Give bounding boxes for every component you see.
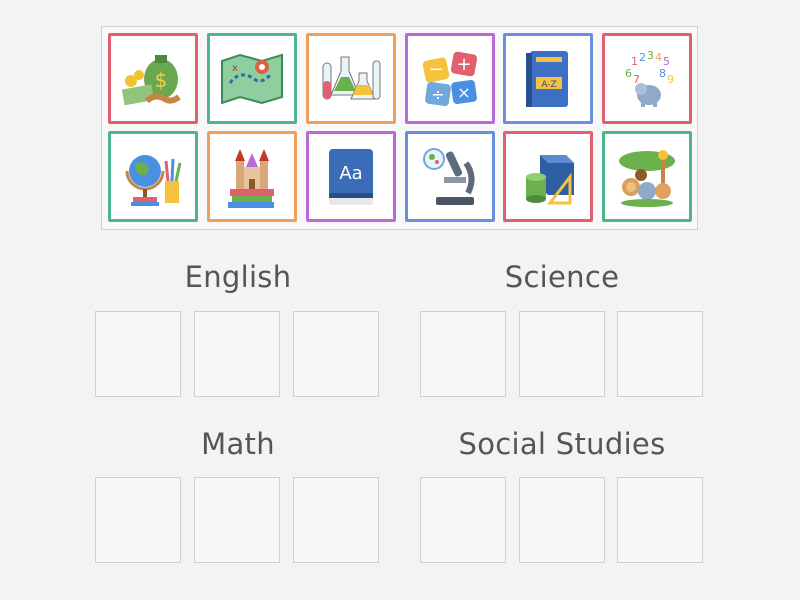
money-handshake-icon: $ bbox=[121, 54, 181, 105]
card-microscope[interactable] bbox=[405, 131, 495, 222]
drop-slot-science-3[interactable] bbox=[617, 311, 703, 397]
treasure-map-icon: x bbox=[221, 53, 283, 104]
svg-text:$: $ bbox=[155, 68, 168, 92]
math-operators-icon: − + ÷ × bbox=[422, 51, 478, 106]
svg-text:+: + bbox=[456, 54, 471, 75]
svg-text:A-Z: A-Z bbox=[541, 80, 556, 90]
drop-slot-english-2[interactable] bbox=[194, 311, 280, 397]
svg-text:6: 6 bbox=[625, 67, 632, 80]
drop-slot-science-1[interactable] bbox=[420, 311, 506, 397]
card-book-castle[interactable] bbox=[207, 131, 297, 222]
svg-text:x: x bbox=[232, 63, 238, 74]
svg-text:×: × bbox=[457, 83, 470, 102]
numbers-elephant-icon: 1 2 3 4 5 6 7 8 9 bbox=[625, 49, 674, 107]
svg-text:Aa: Aa bbox=[339, 163, 362, 184]
card-math-operators[interactable]: − + ÷ × bbox=[405, 33, 495, 124]
globe-pencils-icon bbox=[125, 154, 182, 206]
svg-text:9: 9 bbox=[667, 73, 674, 86]
drop-slot-math-1[interactable] bbox=[95, 477, 181, 563]
card-jungle-animals[interactable] bbox=[602, 131, 692, 222]
card-numbers-elephant[interactable]: 1 2 3 4 5 6 7 8 9 bbox=[602, 33, 692, 124]
svg-text:4: 4 bbox=[655, 51, 662, 64]
card-lab-flasks[interactable] bbox=[306, 33, 396, 124]
lab-flasks-icon bbox=[322, 56, 381, 99]
drop-slot-math-2[interactable] bbox=[194, 477, 280, 563]
drop-slot-science-2[interactable] bbox=[519, 311, 605, 397]
category-label-science: Science bbox=[504, 260, 620, 294]
svg-text:2: 2 bbox=[639, 51, 646, 64]
category-label-math: Math bbox=[201, 427, 275, 461]
drop-slot-math-3[interactable] bbox=[293, 477, 379, 563]
aa-book-icon: Aa bbox=[329, 148, 373, 205]
card-tray: $ x − + ÷ × A-Z 1 2 3 4 5 6 7 8 9 Aa bbox=[101, 26, 698, 230]
card-treasure-map[interactable]: x bbox=[207, 33, 297, 124]
card-geometry-shapes[interactable] bbox=[503, 131, 593, 222]
svg-text:1: 1 bbox=[631, 55, 638, 68]
drop-slot-social-studies-1[interactable] bbox=[420, 477, 506, 563]
drop-slot-social-studies-2[interactable] bbox=[519, 477, 605, 563]
drop-slot-english-1[interactable] bbox=[95, 311, 181, 397]
svg-text:−: − bbox=[428, 59, 443, 80]
jungle-animals-icon bbox=[619, 149, 675, 207]
geometry-shapes-icon bbox=[526, 154, 574, 204]
svg-text:÷: ÷ bbox=[431, 85, 444, 104]
book-castle-icon bbox=[228, 148, 274, 208]
card-dictionary-book[interactable]: A-Z bbox=[503, 33, 593, 124]
svg-text:3: 3 bbox=[647, 49, 654, 62]
drop-slot-social-studies-3[interactable] bbox=[617, 477, 703, 563]
card-aa-book[interactable]: Aa bbox=[306, 131, 396, 222]
card-money-handshake[interactable]: $ bbox=[108, 33, 198, 124]
category-label-social-studies: Social Studies bbox=[458, 427, 666, 461]
microscope-icon bbox=[423, 147, 475, 205]
svg-text:8: 8 bbox=[659, 67, 666, 80]
drop-slot-english-3[interactable] bbox=[293, 311, 379, 397]
category-label-english: English bbox=[184, 260, 292, 294]
dictionary-book-icon: A-Z bbox=[526, 50, 568, 107]
card-globe-pencils[interactable] bbox=[108, 131, 198, 222]
